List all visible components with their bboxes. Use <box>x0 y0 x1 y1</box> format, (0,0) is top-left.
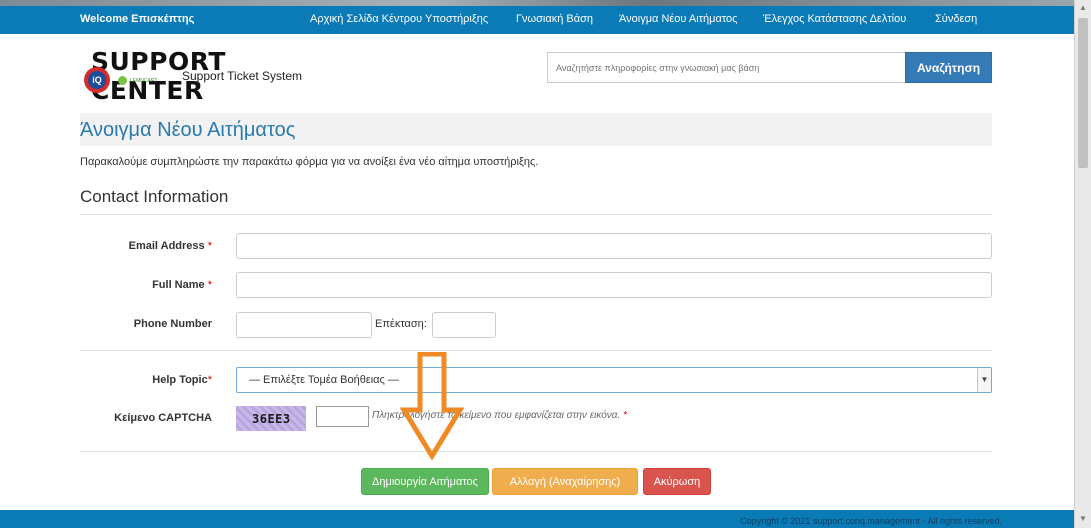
section-title: Contact Information <box>80 187 229 206</box>
phone-label: Phone Number <box>133 318 212 330</box>
page-title: Άνοιγμα Νέου Αιτήματος <box>80 119 296 141</box>
divider <box>80 350 992 351</box>
top-navbar: Welcome Επισκέπτης Αρχική Σελίδα Κέντρου… <box>0 6 1074 34</box>
page: Welcome Επισκέπτης Αρχική Σελίδα Κέντρου… <box>0 0 1074 528</box>
captcha-input[interactable] <box>316 406 369 427</box>
iq-badge-icon: iQ <box>84 67 110 93</box>
captcha-code: 36EE3 <box>252 412 291 426</box>
page-intro: Παρακαλούμε συμπληρώστε την παρακάτω φόρ… <box>80 156 539 168</box>
nav-link-sign-in[interactable]: Σύνδεση <box>935 13 977 25</box>
kb-search-button[interactable]: Αναζήτηση <box>905 52 992 83</box>
logo-subtitle: Support Ticket System <box>182 69 303 83</box>
partner-brand-text: LEMNCART <box>130 78 158 84</box>
nav-link-check-status[interactable]: Έλεγχος Κατάστασης Δελτίου <box>763 13 906 25</box>
partner-logo-icon <box>118 76 127 85</box>
divider <box>80 214 992 215</box>
scrollbar-thumb[interactable] <box>1078 18 1088 168</box>
help-topic-select[interactable]: — Επιλέξτε Τομέα Βοήθειας — ▼ <box>236 367 992 393</box>
extension-field[interactable] <box>432 312 496 338</box>
captcha-hint: Πληκτρολογήστε το κείμενο που εμφανίζετα… <box>372 410 627 421</box>
full-name-field[interactable] <box>236 272 992 298</box>
nav-link-knowledgebase[interactable]: Γνωσιακή Βάση <box>516 13 593 25</box>
email-label: Email Address * <box>128 240 212 252</box>
vertical-scrollbar[interactable]: ▲ ▼ <box>1074 0 1091 528</box>
chevron-down-icon[interactable]: ▼ <box>977 368 991 392</box>
reset-button[interactable]: Αλλαγή (Αναχαίρησης) <box>492 468 638 495</box>
welcome-text: Welcome Επισκέπτης <box>80 13 195 25</box>
nav-link-home[interactable]: Αρχική Σελίδα Κέντρου Υποστήριξης <box>310 13 488 25</box>
site-logo[interactable]: SUPPORT CENTER Support Ticket System iQ … <box>84 47 324 105</box>
kb-search: Αναζήτηση <box>547 52 992 83</box>
help-topic-label: Help Topic* <box>152 374 212 386</box>
help-topic-selected-value: — Επιλέξτε Τομέα Βοήθειας — <box>249 374 399 386</box>
email-field[interactable] <box>236 233 992 259</box>
page-heading-band: Άνοιγμα Νέου Αιτήματος <box>80 113 992 146</box>
scroll-up-icon[interactable]: ▲ <box>1078 3 1088 13</box>
phone-field[interactable] <box>236 312 372 338</box>
captcha-label: Κείμενο CAPTCHA <box>114 412 212 424</box>
nav-link-new-ticket[interactable]: Άνοιγμα Νέου Αιτήματος <box>619 13 737 25</box>
scroll-down-icon[interactable]: ▼ <box>1078 514 1088 524</box>
divider <box>80 451 992 452</box>
footer: Copyright © 2021 support.conq.management… <box>0 510 1074 528</box>
full-name-label: Full Name * <box>152 279 212 291</box>
kb-search-input[interactable] <box>547 52 905 83</box>
create-ticket-button[interactable]: Δημιουργία Αιτήματος <box>361 468 489 495</box>
cancel-button[interactable]: Ακύρωση <box>643 468 711 495</box>
footer-copyright: Copyright © 2021 support.conq.management… <box>740 516 1002 526</box>
extension-label: Επέκταση: <box>375 318 427 330</box>
captcha-image: 36EE3 <box>236 406 306 431</box>
